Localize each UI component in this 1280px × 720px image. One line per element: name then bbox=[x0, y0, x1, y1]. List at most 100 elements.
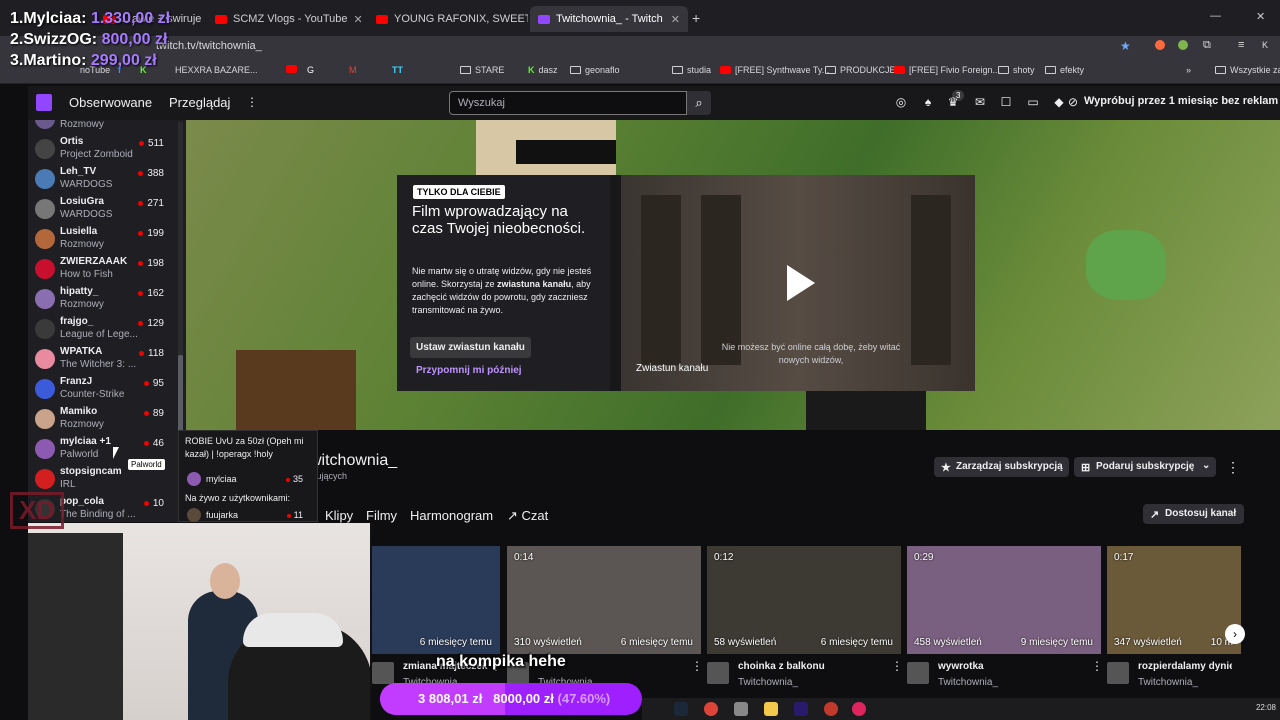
drops-icon[interactable]: ◎ bbox=[894, 95, 908, 109]
chat-icon[interactable]: ▭ bbox=[1026, 95, 1040, 109]
clip-thumbnail[interactable]: 0:29 458 wyświetleń 9 miesięcy temu bbox=[907, 546, 1101, 654]
inbox-icon[interactable]: ✉ bbox=[973, 95, 987, 109]
bookmark-dasz[interactable]: Kdasz bbox=[528, 65, 558, 75]
sidebar-channel[interactable]: LosiuGra WARDOGS 271 bbox=[28, 194, 184, 224]
tab-label: SCMZ Vlogs - YouTube bbox=[233, 13, 348, 25]
crown-icon[interactable]: ♛ bbox=[946, 95, 960, 109]
chevron-right-icon[interactable]: › bbox=[1225, 624, 1245, 644]
search-input[interactable]: Wyszukaj bbox=[449, 91, 687, 115]
youtube-icon[interactable] bbox=[286, 65, 297, 73]
clip-title[interactable]: rozpierdalamy dynie pe bbox=[1138, 661, 1232, 672]
stream-hover-card[interactable]: ROBIE UvU za 50zł (Opeh mi kazał) | !ope… bbox=[178, 430, 318, 522]
bookmark-folder-all[interactable]: Wszystkie zakładki bbox=[1215, 65, 1280, 75]
clip-thumbnail[interactable]: 0:17 347 wyświetleń 10 m bbox=[1107, 546, 1241, 654]
customize-channel-button[interactable]: ↗ Dostosuj kanał bbox=[1143, 504, 1245, 524]
bookmark-folder-efekty[interactable]: efekty bbox=[1045, 65, 1084, 75]
minimize-button[interactable]: — bbox=[1210, 10, 1221, 22]
folder-icon[interactable] bbox=[764, 702, 778, 716]
twitch-icon bbox=[538, 14, 550, 24]
sidebar-channel[interactable]: frajgo_ League of Lege... 129 bbox=[28, 314, 184, 344]
nav-browse[interactable]: Przeglądaj bbox=[169, 95, 230, 110]
google-icon[interactable]: G bbox=[307, 65, 314, 75]
twitch-logo-icon[interactable] bbox=[36, 94, 52, 111]
host-viewers: 35 bbox=[286, 474, 303, 484]
clip-channel[interactable]: Twitchownia_ bbox=[738, 677, 798, 688]
bookmark-synthwave[interactable]: [FREE] Synthwave Ty... bbox=[720, 65, 829, 75]
sidebar-channel[interactable]: Leh_TV WARDOGS 388 bbox=[28, 164, 184, 194]
opera-icon[interactable] bbox=[852, 702, 866, 716]
star-icon[interactable]: ★ bbox=[1120, 39, 1131, 53]
bookmark-folder-produkcje[interactable]: PRODUKCJE bbox=[825, 65, 896, 75]
app-icon[interactable] bbox=[824, 702, 838, 716]
manage-subscription-button[interactable]: ★ Zarządzaj subskrypcją bbox=[934, 457, 1069, 477]
whispers-icon[interactable]: ☐ bbox=[999, 95, 1013, 109]
bits-icon[interactable]: ◆ bbox=[1052, 95, 1066, 109]
new-tab-button[interactable]: + bbox=[692, 10, 700, 26]
chevron-right-icon[interactable]: » bbox=[1186, 65, 1191, 75]
search-icon[interactable]: ⌕ bbox=[687, 91, 711, 115]
browser-tab-2[interactable]: SCMZ Vlogs - YouTube ✕ bbox=[207, 6, 367, 32]
close-icon[interactable]: ✕ bbox=[671, 13, 680, 26]
clip-thumbnail[interactable]: 0:12 58 wyświetleń 6 miesięcy temu bbox=[707, 546, 901, 654]
tab-chat[interactable]: ↗ Czat bbox=[507, 508, 548, 524]
clip-channel[interactable]: Twitchownia_ bbox=[1138, 677, 1198, 688]
more-vertical-icon[interactable]: ⋮ bbox=[245, 95, 259, 109]
sidebar-channel[interactable]: WPATKA The Witcher 3: ... 118 bbox=[28, 344, 184, 374]
url-text[interactable]: twitch.tv/twitchownia_ bbox=[156, 40, 262, 52]
pen-icon[interactable] bbox=[734, 702, 748, 716]
sidebar-channel[interactable]: Ortis Project Zomboid 511 bbox=[28, 134, 184, 164]
notifications-icon[interactable]: ♠ bbox=[921, 95, 935, 109]
bookmark-bazar[interactable]: HEXXRA BAZARE... bbox=[175, 65, 258, 75]
sidebar-channel[interactable]: Rozmowy bbox=[28, 120, 184, 134]
channel-category: Rozmowy bbox=[60, 419, 104, 430]
clip-thumbnail[interactable]: 0:14 310 wyświetleń 6 miesięcy temu bbox=[507, 546, 701, 654]
more-vertical-icon[interactable]: ⋮ bbox=[891, 659, 903, 673]
premiere-icon[interactable] bbox=[794, 702, 808, 716]
close-icon[interactable]: ✕ bbox=[354, 13, 363, 26]
sidebar-channel[interactable]: Mamiko Rozmowy 89 bbox=[28, 404, 184, 434]
extension-icon[interactable] bbox=[1155, 40, 1165, 50]
nav-following[interactable]: Obserwowane bbox=[69, 95, 152, 110]
puzzle-icon[interactable]: ⧉ bbox=[1203, 39, 1211, 52]
address-bar[interactable]: twitch.tv/twitchownia_ ★ ⧉ ≡ K bbox=[0, 36, 1280, 58]
trailer-video[interactable]: Nie możesz być online całą dobę, żeby wi… bbox=[621, 175, 975, 391]
remind-later-link[interactable]: Przypomnij mi później bbox=[416, 365, 522, 376]
clip-channel[interactable]: Twitchownia_ bbox=[938, 677, 998, 688]
clip-title[interactable]: choinka z balkonu bbox=[738, 661, 892, 672]
bookmark-folder-studia[interactable]: studia bbox=[672, 65, 711, 75]
ad-free-promo[interactable]: Wypróbuj przez 1 miesiąc bez reklam bbox=[1084, 95, 1278, 107]
steam-icon[interactable] bbox=[674, 702, 688, 716]
play-icon[interactable] bbox=[787, 265, 815, 301]
sidebar-channel[interactable]: Lusiella Rozmowy 199 bbox=[28, 224, 184, 254]
gmail-icon[interactable]: M bbox=[349, 65, 357, 75]
bookmark-fivio[interactable]: [FREE] Fivio Foreign... bbox=[894, 65, 1000, 75]
tab-videos[interactable]: Filmy bbox=[366, 508, 397, 523]
gift-subscription-button[interactable]: ⊞ Podaruj subskrypcję ⌄ bbox=[1074, 457, 1217, 477]
sidebar-channel[interactable]: FranzJ Counter-Strike 95 bbox=[28, 374, 184, 404]
tab-clips[interactable]: Klipy bbox=[325, 508, 353, 523]
avatar bbox=[35, 349, 55, 369]
channel-name: Ortis bbox=[60, 136, 84, 147]
bookmark-folder-shoty[interactable]: shoty bbox=[998, 65, 1035, 75]
menu-icon[interactable]: ≡ bbox=[1238, 39, 1244, 51]
browser-tab-3[interactable]: YOUNG RAFONIX, SWEET A… ✕ bbox=[368, 6, 528, 32]
sidebar-channel[interactable]: ZWIERZAAAK How to Fish 198 bbox=[28, 254, 184, 284]
chrome-icon[interactable] bbox=[704, 702, 718, 716]
more-vertical-icon[interactable]: ⋮ bbox=[1091, 659, 1103, 673]
tab-schedule[interactable]: Harmonogram bbox=[410, 508, 493, 523]
channel-category: Rozmowy bbox=[60, 299, 104, 310]
extension-icon[interactable] bbox=[1178, 40, 1188, 50]
more-vertical-icon[interactable]: ⋮ bbox=[1226, 459, 1240, 476]
profile-avatar[interactable]: K bbox=[1262, 40, 1268, 50]
sidebar-channel[interactable]: hipatty_ Rozmowy 162 bbox=[28, 284, 184, 314]
bookmark-folder-stare[interactable]: STARE bbox=[460, 65, 504, 75]
clip-thumbnail[interactable]: 6 miesięcy temu bbox=[372, 546, 500, 654]
clip-title[interactable]: wywrotka bbox=[938, 661, 1092, 672]
tiktok-icon[interactable]: TT bbox=[392, 65, 403, 75]
set-trailer-button[interactable]: Ustaw zwiastun kanału bbox=[410, 337, 531, 358]
bookmark-folder-geonaflo[interactable]: geonaflo bbox=[570, 65, 620, 75]
window-close-button[interactable]: ✕ bbox=[1256, 10, 1265, 23]
browser-tab-active[interactable]: Twitchownia_ - Twitch ✕ bbox=[530, 6, 688, 32]
more-vertical-icon[interactable]: ⋮ bbox=[691, 659, 703, 673]
donation-percent: (47.60%) bbox=[557, 691, 611, 706]
